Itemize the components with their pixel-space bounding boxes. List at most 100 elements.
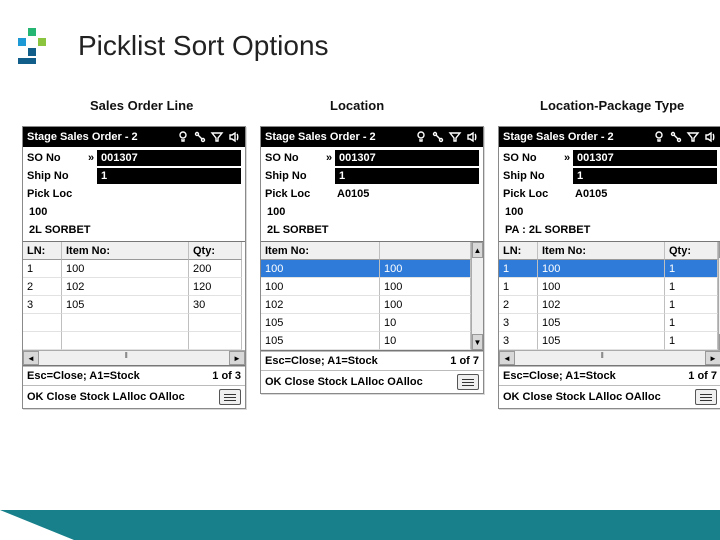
sound-icon[interactable]: [703, 130, 717, 144]
panel-titlebar: Stage Sales Order - 2: [499, 127, 720, 147]
table-row[interactable]: 11001: [499, 278, 718, 296]
table-cell: 200: [189, 260, 242, 278]
column-label-1: Location: [330, 98, 384, 113]
col-header[interactable]: Item No:: [261, 242, 380, 260]
extra-line-2: 2L SORBET: [27, 224, 93, 236]
so-value[interactable]: 001307: [97, 150, 241, 166]
panel-2: Stage Sales Order - 2SO No»001307Ship No…: [498, 126, 720, 409]
table-row[interactable]: 102100: [261, 296, 471, 314]
ship-label: Ship No: [27, 170, 85, 182]
keyboard-icon[interactable]: [219, 389, 241, 405]
table-cell: 3: [23, 296, 62, 314]
horizontal-scrollbar[interactable]: ◄►: [23, 350, 245, 365]
table-cell: 105: [261, 314, 380, 332]
bottom-actions[interactable]: OK Close Stock LAlloc OAlloc: [265, 376, 423, 388]
bottom-toolbar: OK Close Stock LAlloc OAlloc: [261, 370, 483, 393]
col-header[interactable]: LN:: [23, 242, 62, 260]
col-header[interactable]: Item No:: [62, 242, 189, 260]
table-cell: 3: [499, 332, 538, 350]
filter-icon[interactable]: [210, 130, 224, 144]
col-header[interactable]: Item No:: [538, 242, 665, 260]
table-cell: 120: [189, 278, 242, 296]
col-header[interactable]: Qty:: [665, 242, 718, 260]
panel-title-text: Stage Sales Order - 2: [27, 131, 138, 143]
so-value[interactable]: 001307: [335, 150, 479, 166]
scroll-down-icon[interactable]: ▼: [472, 334, 483, 350]
table-row[interactable]: 310530: [23, 296, 245, 314]
chevron-right-icon[interactable]: »: [561, 152, 573, 164]
table-cell: 1: [499, 260, 538, 278]
col-header[interactable]: Qty:: [189, 242, 242, 260]
scroll-right-icon[interactable]: ►: [229, 351, 245, 365]
bottom-actions[interactable]: OK Close Stock LAlloc OAlloc: [27, 391, 185, 403]
bulb-icon[interactable]: [652, 130, 666, 144]
status-right: 1 of 7: [450, 355, 479, 367]
table-cell: 3: [499, 314, 538, 332]
bulb-icon[interactable]: [414, 130, 428, 144]
table-row[interactable]: 10510: [261, 332, 471, 350]
scroll-up-icon[interactable]: ▲: [472, 242, 483, 258]
status-left: Esc=Close; A1=Stock: [503, 370, 616, 382]
horizontal-scrollbar[interactable]: ◄►: [499, 350, 720, 365]
scroll-left-icon[interactable]: ◄: [499, 351, 515, 365]
bulb-icon[interactable]: [176, 130, 190, 144]
col-header[interactable]: LN:: [499, 242, 538, 260]
table-row[interactable]: 100100: [261, 278, 471, 296]
connect-icon[interactable]: [431, 130, 445, 144]
filter-icon[interactable]: [448, 130, 462, 144]
table-row[interactable]: 10510: [261, 314, 471, 332]
connect-icon[interactable]: [669, 130, 683, 144]
pickloc-value: A0105: [335, 188, 371, 200]
table-cell: 1: [23, 260, 62, 278]
scroll-right-icon[interactable]: ►: [705, 351, 720, 365]
col-header[interactable]: [380, 242, 471, 260]
table-cell: 1: [665, 260, 718, 278]
table-cell: 1: [665, 296, 718, 314]
so-label: SO No: [265, 152, 323, 164]
sound-icon[interactable]: [465, 130, 479, 144]
table-cell: 100: [261, 278, 380, 296]
connect-icon[interactable]: [193, 130, 207, 144]
table-row[interactable]: 21021: [499, 296, 718, 314]
pickloc-label: Pick Loc: [503, 188, 561, 200]
extra-line-2: PA : 2L SORBET: [503, 224, 592, 236]
ship-value[interactable]: 1: [97, 168, 241, 184]
table-cell: 102: [62, 278, 189, 296]
table-cell: 105: [261, 332, 380, 350]
chevron-right-icon[interactable]: »: [85, 152, 97, 164]
sound-icon[interactable]: [227, 130, 241, 144]
table-cell: 105: [538, 314, 665, 332]
panel-fields: SO No»001307Ship No1Pick LocA01051002L S…: [261, 147, 483, 241]
bottom-actions[interactable]: OK Close Stock LAlloc OAlloc: [503, 391, 661, 403]
keyboard-icon[interactable]: [457, 374, 479, 390]
ship-value[interactable]: 1: [335, 168, 479, 184]
table-row[interactable]: 11001: [499, 260, 718, 278]
status-bar: Esc=Close; A1=Stock1 of 7: [261, 351, 483, 370]
filter-icon[interactable]: [686, 130, 700, 144]
table-cell: 10: [380, 314, 471, 332]
panel-0: Stage Sales Order - 2SO No»001307Ship No…: [22, 126, 246, 409]
table-row[interactable]: 100100: [261, 260, 471, 278]
footer-triangle: [0, 510, 74, 540]
table-row-empty: [23, 332, 245, 350]
table-row[interactable]: 31051: [499, 314, 718, 332]
extra-line-1: 100: [503, 206, 525, 218]
scroll-left-icon[interactable]: ◄: [23, 351, 39, 365]
table-row[interactable]: 31051: [499, 332, 718, 350]
vertical-scrollbar[interactable]: ▲▼: [471, 242, 483, 350]
table-row[interactable]: 2102120: [23, 278, 245, 296]
slide-logo: [14, 28, 52, 66]
table-cell: 100: [538, 278, 665, 296]
ship-label: Ship No: [265, 170, 323, 182]
keyboard-icon[interactable]: [695, 389, 717, 405]
table-cell: 100: [261, 260, 380, 278]
chevron-right-icon[interactable]: »: [323, 152, 335, 164]
status-right: 1 of 3: [212, 370, 241, 382]
page-title: Picklist Sort Options: [78, 30, 329, 62]
ship-value[interactable]: 1: [573, 168, 717, 184]
panel-title-text: Stage Sales Order - 2: [265, 131, 376, 143]
so-value[interactable]: 001307: [573, 150, 717, 166]
panel-title-text: Stage Sales Order - 2: [503, 131, 614, 143]
table-row[interactable]: 1100200: [23, 260, 245, 278]
table-cell: 2: [23, 278, 62, 296]
